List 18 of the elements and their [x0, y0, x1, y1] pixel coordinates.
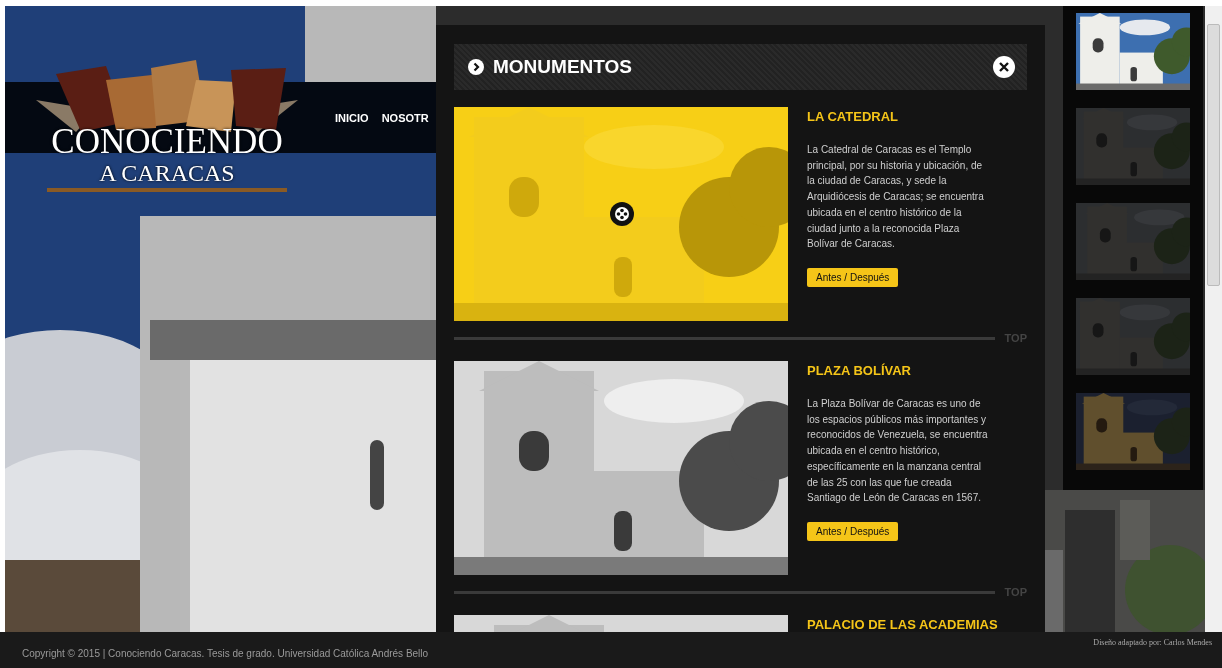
nav-link[interactable]: INICIO — [335, 111, 369, 124]
nav-link[interactable]: NOSOTR — [381, 111, 429, 124]
chevron-icon — [468, 59, 484, 75]
before-after-button[interactable]: Antes / Después — [807, 267, 899, 287]
before-after-button[interactable]: Antes / Después — [807, 521, 899, 541]
monument-title: LA CATEDRAL — [807, 110, 898, 124]
monument-description: La Plaza Bolívar de Caracas es uno de los espacios públicos más importantes y reconocidos de Venezuela, se encuentra ubicada en el centro histórico, específicamente en la manzana central de las 25 con las que fue creada Santiago de León de Caracas en 1567. — [807, 397, 989, 506]
logo-subtitle: A CARACAS — [99, 160, 235, 186]
scrollbar[interactable] — [1205, 6, 1222, 632]
modal-title: MONUMENTOS — [493, 56, 633, 78]
logo-text: CONOCIENDO — [51, 124, 283, 160]
close-icon[interactable] — [993, 56, 1015, 78]
monument-title: PALACIO DE LAS ACADEMIAS — [807, 618, 998, 632]
design-credit: Diseño adaptado por: Carlos Mendes — [1093, 638, 1212, 647]
monument-title: PLAZA BOLÍVAR — [807, 364, 911, 378]
copyright-text: Copyright © 2015 | Conociendo Caracas. Tesis de grado. Universidad Católica Andrés Bello — [22, 647, 429, 659]
film-reel-icon[interactable] — [610, 202, 634, 226]
monument-description: La Catedral de Caracas es el Templo principal, por su historia y ubicación, de la ciudad de Caracas, y sede la Arquidiócesis de Caracas; se encuentra ubicada en el centro histórico de la ciudad junto a la reconocida Plaza Bolívar de Caracas. — [807, 143, 985, 252]
